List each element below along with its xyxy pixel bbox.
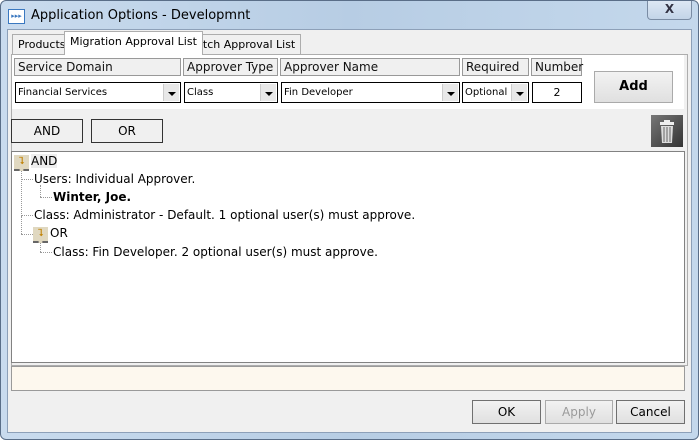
app-icon: ▸▸▸ xyxy=(8,9,25,24)
header-service-domain: Service Domain xyxy=(14,58,181,76)
approver-name-select[interactable]: Fin Developer xyxy=(281,82,460,103)
service-domain-select[interactable]: Financial Services xyxy=(15,82,181,103)
header-number: Number xyxy=(531,58,583,76)
tab-migration-approval-list[interactable]: Migration Approval List xyxy=(64,31,203,55)
tree-node-class-fin[interactable]: Class: Fin Developer. 2 optional user(s)… xyxy=(53,245,378,259)
logic-group-icon: ⮧ xyxy=(33,227,48,243)
chevron-down-icon[interactable] xyxy=(511,84,527,101)
window-title: Application Options - Developmnt xyxy=(31,8,251,23)
required-value: Optional xyxy=(465,87,508,98)
header-approver-name: Approver Name xyxy=(280,58,460,76)
or-button[interactable]: OR xyxy=(91,119,163,143)
cancel-button[interactable]: Cancel xyxy=(616,400,685,424)
service-domain-value: Financial Services xyxy=(18,87,108,98)
approver-type-value: Class xyxy=(187,87,214,98)
logic-group-icon: ⮧ xyxy=(14,155,29,171)
required-select[interactable]: Optional xyxy=(462,82,529,103)
approver-type-select[interactable]: Class xyxy=(184,82,278,103)
tree-node-user[interactable]: Winter, Joe. xyxy=(53,190,131,204)
status-bar xyxy=(11,366,685,391)
number-input[interactable]: 2 xyxy=(532,82,582,103)
header-approver-type: Approver Type xyxy=(183,58,278,76)
tree-node-and[interactable]: AND xyxy=(31,154,58,168)
tree-node-users[interactable]: Users: Individual Approver. xyxy=(34,172,195,186)
header-required: Required xyxy=(462,58,529,76)
and-button[interactable]: AND xyxy=(11,119,83,143)
add-button[interactable]: Add xyxy=(594,71,673,103)
chevron-down-icon[interactable] xyxy=(442,84,458,101)
tree-node-class-admin[interactable]: Class: Administrator - Default. 1 option… xyxy=(34,208,415,222)
chevron-down-icon[interactable] xyxy=(260,84,276,101)
close-button[interactable]: X xyxy=(647,1,692,20)
trash-icon[interactable] xyxy=(651,115,683,147)
approval-tree[interactable]: ⮧ AND Users: Individual Approver. Winter… xyxy=(11,151,685,363)
chevron-down-icon[interactable] xyxy=(163,84,179,101)
tree-node-or[interactable]: OR xyxy=(50,226,68,240)
approver-name-value: Fin Developer xyxy=(284,87,353,98)
ok-button[interactable]: OK xyxy=(472,400,541,424)
apply-button[interactable]: Apply xyxy=(545,400,613,424)
tab-products[interactable]: Products xyxy=(12,34,72,54)
